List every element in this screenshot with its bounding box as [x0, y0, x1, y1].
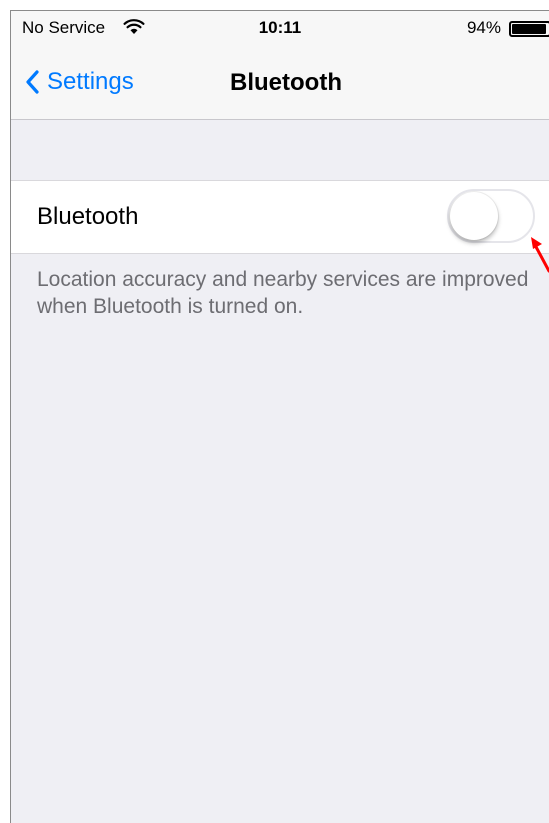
battery-percent: 94% [466, 18, 501, 37]
bluetooth-label: Bluetooth [37, 203, 139, 230]
navigation-bar: Settings Bluetooth [11, 47, 549, 119]
bluetooth-row: Bluetooth [11, 180, 549, 254]
battery-icon [509, 21, 549, 37]
page-title: Bluetooth [230, 69, 342, 96]
annotation-arrow-icon [531, 237, 549, 273]
bluetooth-toggle[interactable] [447, 189, 535, 243]
status-bar: No Service 10:11 94% [11, 11, 549, 47]
toggle-knob [450, 192, 498, 240]
battery-fill [512, 24, 546, 34]
top-bar: No Service 10:11 94% Settings Bluetooth [11, 11, 549, 120]
phone-screen: No Service 10:11 94% Settings Bluetooth … [10, 10, 549, 823]
bluetooth-footer-text: Location accuracy and nearby services ar… [37, 268, 529, 318]
